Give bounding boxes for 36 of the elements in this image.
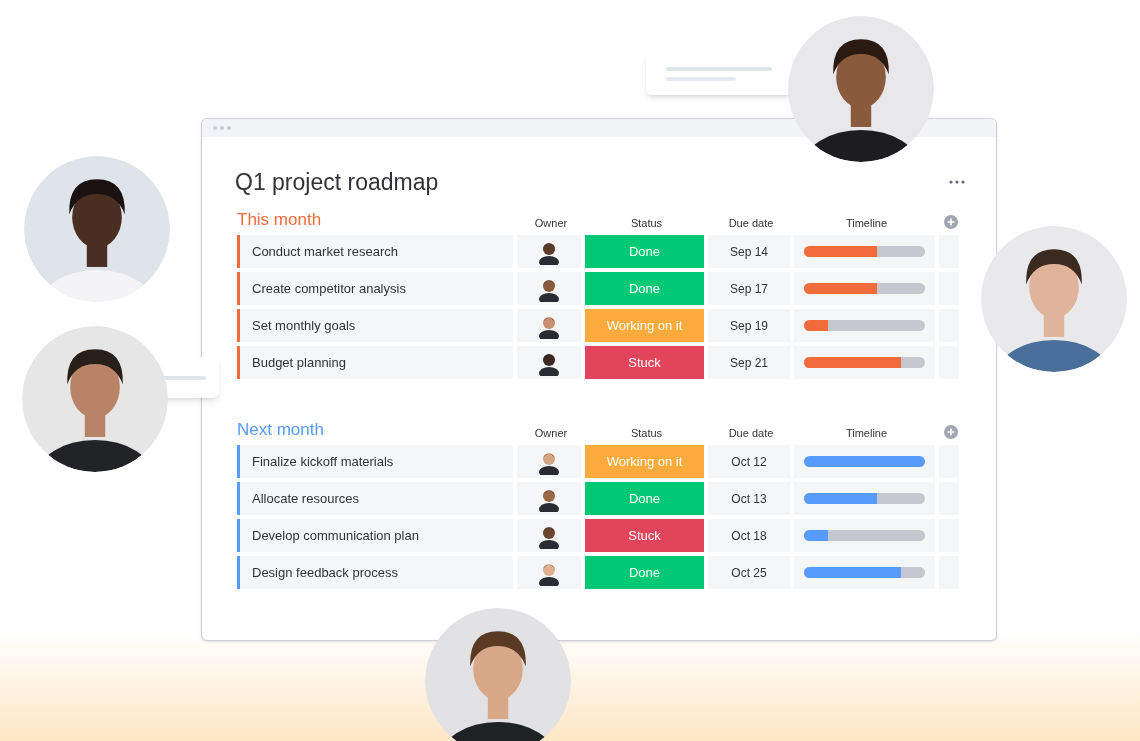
task-cell[interactable]: Budget planning <box>237 346 513 379</box>
column-header: Owner <box>533 215 569 231</box>
column-header: Timeline <box>844 425 889 441</box>
due-date-cell: Sep 14 <box>708 235 790 268</box>
column-header: Owner <box>533 425 569 441</box>
group-title[interactable]: This month <box>237 209 517 235</box>
column-header: Due date <box>727 215 775 231</box>
task-cell[interactable]: Conduct market research <box>237 235 513 268</box>
due-date-cell: Oct 13 <box>708 482 790 515</box>
status-label[interactable]: Done <box>585 482 704 515</box>
group-title[interactable]: Next month <box>237 419 517 445</box>
status-label[interactable]: Stuck <box>585 519 704 552</box>
due-date-cell: Oct 18 <box>708 519 790 552</box>
board-title: Q1 project roadmap <box>235 168 439 197</box>
due-date-cell: Oct 25 <box>708 556 790 589</box>
status-label[interactable]: Stuck <box>585 346 704 379</box>
due-date-cell: Sep 17 <box>708 272 790 305</box>
task-cell[interactable]: Create competitor analysis <box>237 272 513 305</box>
task-cell[interactable]: Finalize kickoff materials <box>237 445 513 478</box>
due-date-cell: Sep 21 <box>708 346 790 379</box>
add-column-icon[interactable] <box>944 425 958 439</box>
due-date-cell: Oct 12 <box>708 445 790 478</box>
column-header: Timeline <box>844 215 889 231</box>
column-header: Status <box>629 215 664 231</box>
status-label[interactable]: Done <box>585 235 704 268</box>
more-icon[interactable] <box>948 179 966 185</box>
status-label[interactable]: Done <box>585 556 704 589</box>
status-label[interactable]: Done <box>585 272 704 305</box>
column-header: Status <box>629 425 664 441</box>
task-cell[interactable]: Set monthly goals <box>237 309 513 342</box>
task-cell[interactable]: Design feedback process <box>237 556 513 589</box>
due-date-cell: Sep 19 <box>708 309 790 342</box>
task-cell[interactable]: Allocate resources <box>237 482 513 515</box>
task-cell[interactable]: Develop communication plan <box>237 519 513 552</box>
column-header: Due date <box>727 425 775 441</box>
add-column-icon[interactable] <box>944 215 958 229</box>
